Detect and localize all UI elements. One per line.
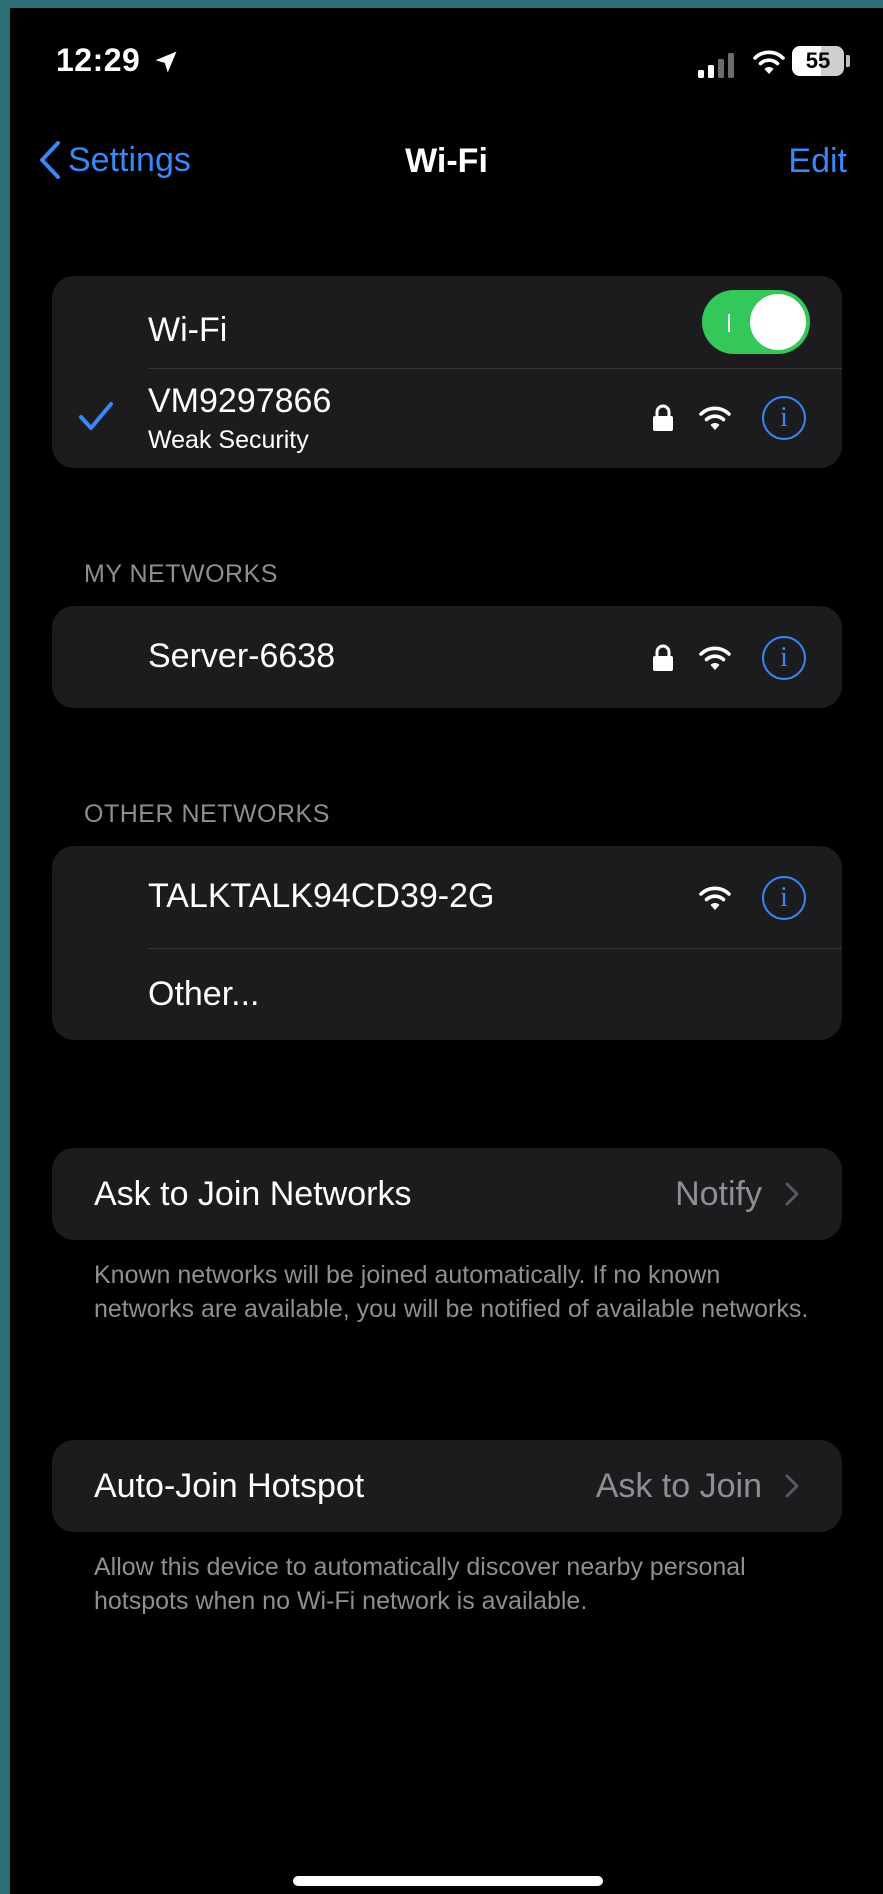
other-networks-header: OTHER NETWORKS: [84, 800, 330, 828]
my-networks-group: Server-6638 i: [52, 606, 842, 708]
battery-indicator: 55: [792, 46, 844, 76]
edit-button[interactable]: Edit: [788, 142, 847, 181]
auto-join-hotspot-footer: Allow this device to automatically disco…: [94, 1553, 746, 1615]
wifi-group: Wi-Fi VM9297866 Weak Security i: [52, 276, 842, 468]
ask-to-join-value: Notify: [675, 1175, 762, 1213]
cellular-signal-icon: [698, 52, 738, 78]
connected-network-subtitle: Weak Security: [148, 426, 309, 454]
my-networks-header: MY NETWORKS: [84, 560, 278, 588]
lock-icon: [653, 404, 673, 431]
auto-join-hotspot-row[interactable]: Auto-Join Hotspot Ask to Join: [52, 1440, 842, 1532]
network-row-server-6638[interactable]: Server-6638 i: [52, 606, 842, 708]
connected-network-name: VM9297866: [148, 382, 332, 420]
info-icon[interactable]: i: [762, 636, 806, 680]
connected-network-row[interactable]: VM9297866 Weak Security i: [52, 368, 842, 468]
location-arrow-icon: [155, 51, 177, 73]
other-network-row[interactable]: Other...: [52, 949, 842, 1040]
network-row-talktalk[interactable]: TALKTALK94CD39-2G i: [52, 846, 842, 948]
ask-to-join-row[interactable]: Ask to Join Networks Notify: [52, 1148, 842, 1240]
auto-join-hotspot-label: Auto-Join Hotspot: [94, 1467, 365, 1505]
auto-join-hotspot-value: Ask to Join: [595, 1467, 762, 1505]
network-name: TALKTALK94CD39-2G: [148, 877, 495, 915]
home-indicator[interactable]: [293, 1876, 603, 1886]
wifi-strength-icon: [699, 886, 731, 910]
chevron-right-icon: [785, 1182, 799, 1206]
wifi-toggle-label: Wi-Fi: [148, 311, 228, 349]
other-network-label: Other...: [148, 975, 260, 1013]
ask-to-join-footer: Known networks will be joined automatica…: [94, 1261, 809, 1323]
info-icon[interactable]: i: [762, 876, 806, 920]
page-title: Wi-Fi: [405, 142, 488, 180]
checkmark-icon: [79, 402, 113, 430]
wifi-strength-icon: [699, 406, 731, 430]
network-name: Server-6638: [148, 637, 336, 675]
wifi-strength-icon: [699, 646, 731, 670]
lock-icon: [653, 644, 673, 671]
wifi-status-icon: [753, 50, 785, 74]
chevron-right-icon: [785, 1474, 799, 1498]
wifi-settings-screen: 12:29 55 Settings Wi-Fi Edit Wi-Fi VM929…: [10, 8, 883, 1894]
wifi-toggle[interactable]: [702, 290, 810, 354]
ask-to-join-label: Ask to Join Networks: [94, 1175, 412, 1213]
battery-tip: [846, 55, 850, 67]
info-icon[interactable]: i: [762, 396, 806, 440]
other-networks-group: TALKTALK94CD39-2G i Other...: [52, 846, 842, 1040]
status-time: 12:29: [56, 42, 141, 78]
battery-level: 55: [805, 48, 831, 73]
